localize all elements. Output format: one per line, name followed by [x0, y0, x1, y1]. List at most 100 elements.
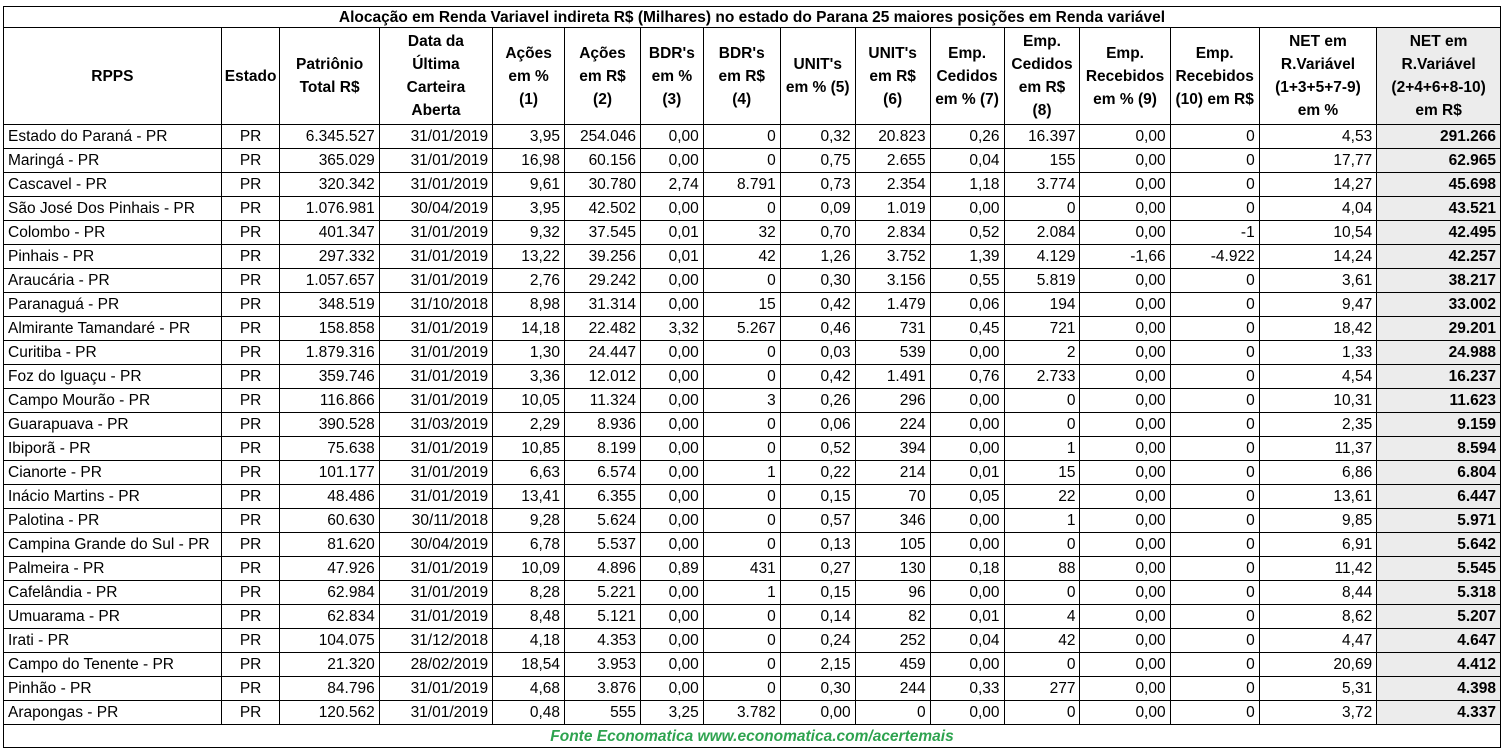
table-cell: 252 [854, 628, 931, 653]
table-cell: 0,06 [779, 412, 856, 437]
table-cell: 9,28 [492, 508, 566, 533]
state-cell: PR [220, 316, 281, 341]
net-value-cell: 45.698 [1376, 172, 1501, 197]
table-cell: 104.075 [279, 628, 380, 653]
table-row: Umuarama - PR PR 62.834 31/01/2019 8,48 5.121… [3, 604, 1501, 629]
state-cell: PR [220, 412, 281, 437]
table-cell: 11.324 [564, 388, 641, 413]
table-cell: 0,00 [639, 268, 704, 293]
column-header-line: (10) em R$ [1175, 90, 1254, 108]
table-row: Araucária - PR PR 1.057.657 31/01/2019 2,76 2… [3, 268, 1501, 293]
table-cell: 3,25 [639, 700, 704, 725]
column-header: UNIT's em R$ (6) [854, 27, 931, 125]
table-cell: 0,00 [639, 604, 704, 629]
table-cell: 0,00 [929, 412, 1005, 437]
net-value-cell: 6.447 [1376, 484, 1501, 509]
column-header: Ações em % (1) [492, 27, 566, 125]
table-cell: 244 [854, 676, 931, 701]
table-cell: 0,06 [929, 292, 1005, 317]
table-cell: 0,26 [779, 388, 856, 413]
column-header: Emp. Recebidos em % (9) [1079, 27, 1171, 125]
column-header-line: em R$ [1415, 102, 1462, 119]
table-cell: 2,29 [492, 412, 566, 437]
table-cell: 0,00 [1079, 484, 1171, 509]
table-cell: 31/01/2019 [378, 556, 494, 581]
rpps-name-cell: Pinhão - PR [3, 676, 222, 701]
state-cell: PR [220, 388, 281, 413]
table-cell: 5.221 [564, 580, 641, 605]
table-cell: 20.823 [854, 124, 931, 149]
table-cell: 277 [1003, 676, 1081, 701]
table-cell: 0,03 [779, 340, 856, 365]
table-row: São José Dos Pinhais - PR PR 1.076.981 30/0… [3, 196, 1501, 221]
table-cell: 0,04 [929, 628, 1005, 653]
table-cell: 0,00 [639, 460, 704, 485]
rpps-name-cell: Palmeira - PR [3, 556, 222, 581]
net-value-cell: 42.257 [1376, 244, 1501, 269]
column-header-line: (6) [883, 90, 903, 108]
table-cell: 82 [854, 604, 931, 629]
table-cell: 6.574 [564, 460, 641, 485]
state-cell: PR [220, 556, 281, 581]
table-cell: 18,54 [492, 652, 566, 677]
column-header-line: Cedidos [936, 67, 998, 85]
table-cell: 48.486 [279, 484, 380, 509]
table-cell: 62.834 [279, 604, 380, 629]
table-cell: 0 [1003, 580, 1081, 605]
column-header-line: em % (9) [1093, 90, 1157, 108]
table-cell: 0 [702, 340, 781, 365]
table-cell: 10,31 [1258, 388, 1378, 413]
table-cell: 9,32 [492, 220, 566, 245]
rpps-name-cell: Colombo - PR [3, 220, 222, 245]
table-cell: 0,57 [779, 508, 856, 533]
table-cell: 1,18 [929, 172, 1005, 197]
table-cell: 0,52 [779, 436, 856, 461]
state-cell: PR [220, 676, 281, 701]
table-cell: 0,00 [929, 388, 1005, 413]
net-value-cell: 62.965 [1376, 148, 1501, 173]
table-cell: 0 [1169, 268, 1260, 293]
table-row: Palotina - PR PR 60.630 30/11/2018 9,28 5.624… [3, 508, 1501, 533]
table-cell: 4,04 [1258, 196, 1378, 221]
table-cell: 8.791 [702, 172, 781, 197]
table-cell: 15 [1003, 460, 1081, 485]
table-cell: 0 [1169, 196, 1260, 221]
table-cell: 401.347 [279, 220, 380, 245]
column-header-line: Emp. [1023, 33, 1061, 50]
table-cell: 0,00 [639, 292, 704, 317]
state-cell: PR [220, 580, 281, 605]
table-cell: 31/01/2019 [378, 484, 494, 509]
rpps-name-cell: São José Dos Pinhais - PR [3, 196, 222, 221]
table-cell: 721 [1003, 316, 1081, 341]
table-cell: 0,00 [1079, 532, 1171, 557]
table-cell: 31/12/2018 [378, 628, 494, 653]
table-body: Estado do Paraná - PR PR 6.345.527 31/01/20… [3, 124, 1501, 725]
table-cell: 0,32 [779, 124, 856, 149]
table-cell: 60.156 [564, 148, 641, 173]
net-value-cell: 9.159 [1376, 412, 1501, 437]
table-cell: 30.780 [564, 172, 641, 197]
table-cell: 2,74 [639, 172, 704, 197]
table-cell: 6,86 [1258, 460, 1378, 485]
table-cell: 0 [702, 532, 781, 557]
table-cell: 88 [1003, 556, 1081, 581]
table-cell: 224 [854, 412, 931, 437]
table-cell: 8.936 [564, 412, 641, 437]
column-header-line: em % [651, 67, 693, 85]
column-header-line: NET em [1409, 33, 1468, 50]
table-cell: 2,76 [492, 268, 566, 293]
table-row: Maringá - PR PR 365.029 31/01/2019 16,98 60.1… [3, 148, 1501, 173]
table-cell: 0,00 [1079, 316, 1171, 341]
table-cell: 2.084 [1003, 220, 1081, 245]
net-value-cell: 5.318 [1376, 580, 1501, 605]
table-cell: 3.752 [854, 244, 931, 269]
rpps-name-cell: Irati - PR [3, 628, 222, 653]
table-cell: 16.397 [1003, 124, 1081, 149]
table-row: Campo Mourão - PR PR 116.866 31/01/2019 10,0… [3, 388, 1501, 413]
table-cell: 0,70 [779, 220, 856, 245]
table-cell: 0,00 [929, 652, 1005, 677]
table-row: Estado do Paraná - PR PR 6.345.527 31/01/20… [3, 124, 1501, 149]
table-cell: 0,00 [639, 124, 704, 149]
table-cell: 0,01 [929, 460, 1005, 485]
table-cell: 6.345.527 [279, 124, 380, 149]
